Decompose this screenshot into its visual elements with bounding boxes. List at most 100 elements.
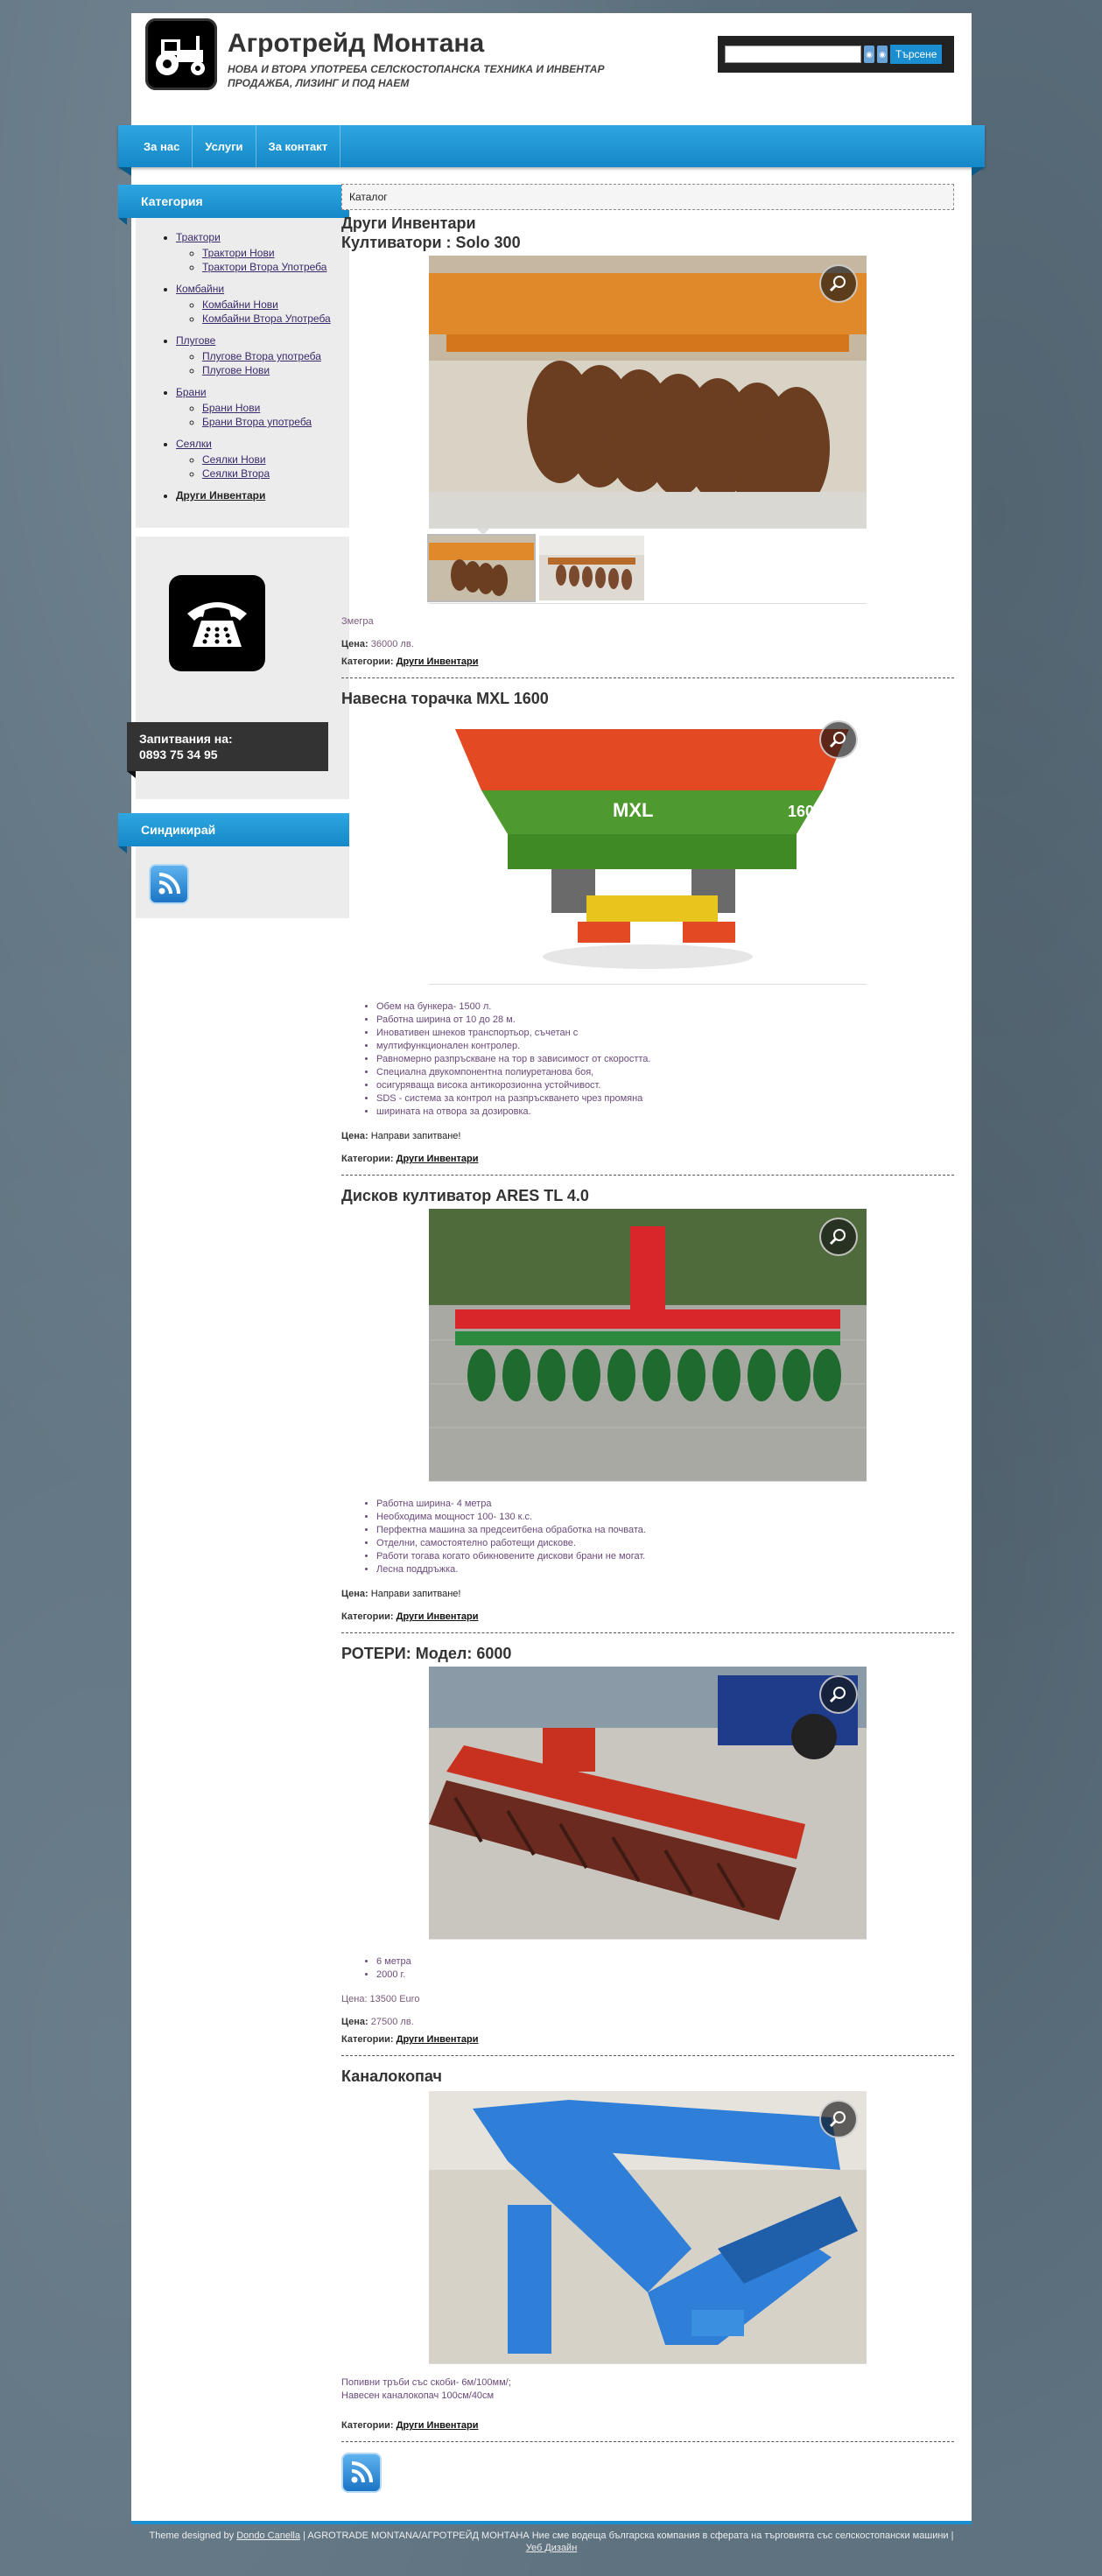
category-link[interactable]: Плугове [176,334,215,347]
categories-label: Категории: [341,2034,394,2045]
product-image[interactable] [429,256,867,529]
product-image[interactable]: MXL 1600 [429,712,867,985]
zoom-icon[interactable] [819,2100,858,2138]
rss-feed-icon[interactable] [341,2453,382,2493]
category-link[interactable]: Сеялки Нови [202,453,266,466]
spreader-photo: MXL 1600 [429,712,867,984]
product-image[interactable] [429,1209,867,1482]
search-option-icon[interactable]: ◉ [864,46,874,63]
list-item: SDS - система за контрол на разпръскване… [376,1092,954,1106]
post-price: Цена: 27500 лв. [341,2017,954,2027]
category-link[interactable]: Плугове Нови [202,364,270,376]
list-item: Обем на бункера- 1500 л. [376,1000,954,1014]
category-link[interactable]: Сеялки Втора [202,467,270,480]
search-button[interactable]: Търсене [890,45,943,64]
contact-widget: Запитвания на: 0893 75 34 95 [127,537,349,799]
post-divider [341,2055,954,2056]
category-link[interactable]: Брани [176,386,207,398]
list-item: 2000 г. [376,1969,954,1982]
category-link[interactable]: Сеялки [176,438,212,450]
price-label: Цена: [341,2017,369,2027]
post-price: Цена: 36000 лв. [341,639,954,649]
zoom-icon[interactable] [819,264,858,303]
categories-label: Категории: [341,1611,394,1622]
footer-credit-text: | AGROTRADE MONTANA/АГРОТРЕЙД МОНТАНА Ни… [299,2530,954,2541]
category-link[interactable]: Брани Нови [202,402,260,414]
category-link[interactable]: Комбайни Втора Употреба [202,312,331,325]
nav-item-about[interactable]: За нас [131,125,193,167]
thumbnail[interactable] [539,536,644,600]
post: РОТЕРИ: Модел: 6000 • 6 метра • 2000 г. … [341,1644,954,2045]
category-link[interactable]: Комбайни Нови [202,298,278,311]
category-link[interactable]: Комбайни [176,283,224,295]
price-value: 27500 лв. [370,2017,414,2027]
post-text-line: Навесен каналокопач 100см/40см [341,2390,495,2401]
tractor-icon [156,36,205,75]
site-title[interactable]: Агротрейд Монтана [228,29,484,59]
list-item: Работна ширина- 4 метра [376,1498,954,1511]
list-item: Сеялки Втора [202,467,346,481]
list-item: Брани Брани Нови Брани Втора употреба [176,385,346,429]
syndicate-widget: Синдикирай [118,813,349,918]
syndicate-title: Синдикирай [118,813,349,853]
list-item: Комбайни Втора Употреба [202,312,346,326]
post: Дисков култиватор ARES TL 4.0 • Работна … [341,1186,954,1622]
site-logo[interactable] [145,18,217,90]
main-nav: За нас Услуги За контакт [118,125,985,167]
list-item: Равномерно разпръскване на тор в зависим… [376,1053,954,1066]
thumbnail[interactable] [427,534,536,602]
post-text: Попивни тръби със скоби- 6м/100мм/; Наве… [341,2376,954,2403]
post-divider [341,2441,954,2442]
price-label: Цена: [341,1131,369,1141]
category-link-current[interactable]: Други Инвентари [176,489,265,502]
footer-credit-prefix: Theme designed by [149,2530,237,2541]
contact-heading: Запитвания на: [139,732,233,746]
post-title[interactable]: Дисков култиватор ARES TL 4.0 [341,1186,954,1205]
zoom-icon[interactable] [819,720,858,759]
feature-list: Обем на бункера- 1500 л. Работна ширина … [341,1000,954,1119]
search-form: ◉ ◉ Търсене [718,36,954,73]
page-container: Агротрейд Монтана НОВА И ВТОРА УПОТРЕБА … [118,13,985,2521]
nav-item-services[interactable]: Услуги [193,125,256,167]
power-harrow-photo [429,1667,867,1939]
contact-phone[interactable]: 0893 75 34 95 [139,747,316,762]
post-title[interactable]: Култиватори : Solo 300 [341,233,954,252]
price-value: Направи запитване! [370,1131,461,1141]
category-link[interactable]: Трактори Нови [202,247,275,259]
nav-item-contact[interactable]: За контакт [256,125,341,167]
category-link[interactable]: Брани Втора употреба [202,416,312,428]
search-input[interactable] [725,46,861,63]
category-link[interactable]: Други Инвентари [397,1154,479,1164]
post-title[interactable]: Навесна торачка MXL 1600 [341,689,954,708]
list-item: Плугове Нови [202,363,346,377]
post-price: Цена: Направи запитване! [341,1131,954,1141]
post-title[interactable]: Каналокопач [341,2067,954,2086]
rss-feed-icon[interactable] [149,864,189,904]
list-item: Специална двукомпонентна полиуретанова б… [376,1066,954,1079]
category-link[interactable]: Други Инвентари [397,1611,479,1622]
product-image[interactable] [429,2091,867,2364]
main-content: Каталог Други Инвентари Култиватори : So… [341,184,954,2493]
post: Други Инвентари Култиватори : Solo 300 З… [341,214,954,667]
category-link[interactable]: Други Инвентари [397,2034,479,2045]
list-item: Сеялки Сеялки Нови Сеялки Втора [176,437,346,481]
list-item: Брани Нови [202,401,346,415]
search-option-icon[interactable]: ◉ [877,46,888,63]
category-link[interactable]: Други Инвентари [397,2420,479,2431]
footer-webdesign-link[interactable]: Уеб Дизайн [526,2543,578,2553]
footer-designer-link[interactable]: Dondo Canella [236,2530,300,2541]
category-link[interactable]: Плугове Втора употреба [202,350,321,362]
contact-band: Запитвания на: 0893 75 34 95 [127,722,328,778]
breadcrumb[interactable]: Каталог [341,184,954,210]
zoom-icon[interactable] [819,1675,858,1714]
post-title[interactable]: РОТЕРИ: Модел: 6000 [341,1644,954,1663]
post-price: Цена: Направи запитване! [341,1589,954,1599]
product-image[interactable] [429,1667,867,1940]
category-link[interactable]: Други Инвентари [397,656,479,667]
list-item: Други Инвентари [176,488,346,502]
zoom-icon[interactable] [819,1218,858,1256]
category-link[interactable]: Трактори [176,231,221,243]
post-categories: Категории: Други Инвентари [341,1154,954,1164]
category-link[interactable]: Трактори Втора Употреба [202,261,326,273]
cultivator-photo [429,256,867,528]
